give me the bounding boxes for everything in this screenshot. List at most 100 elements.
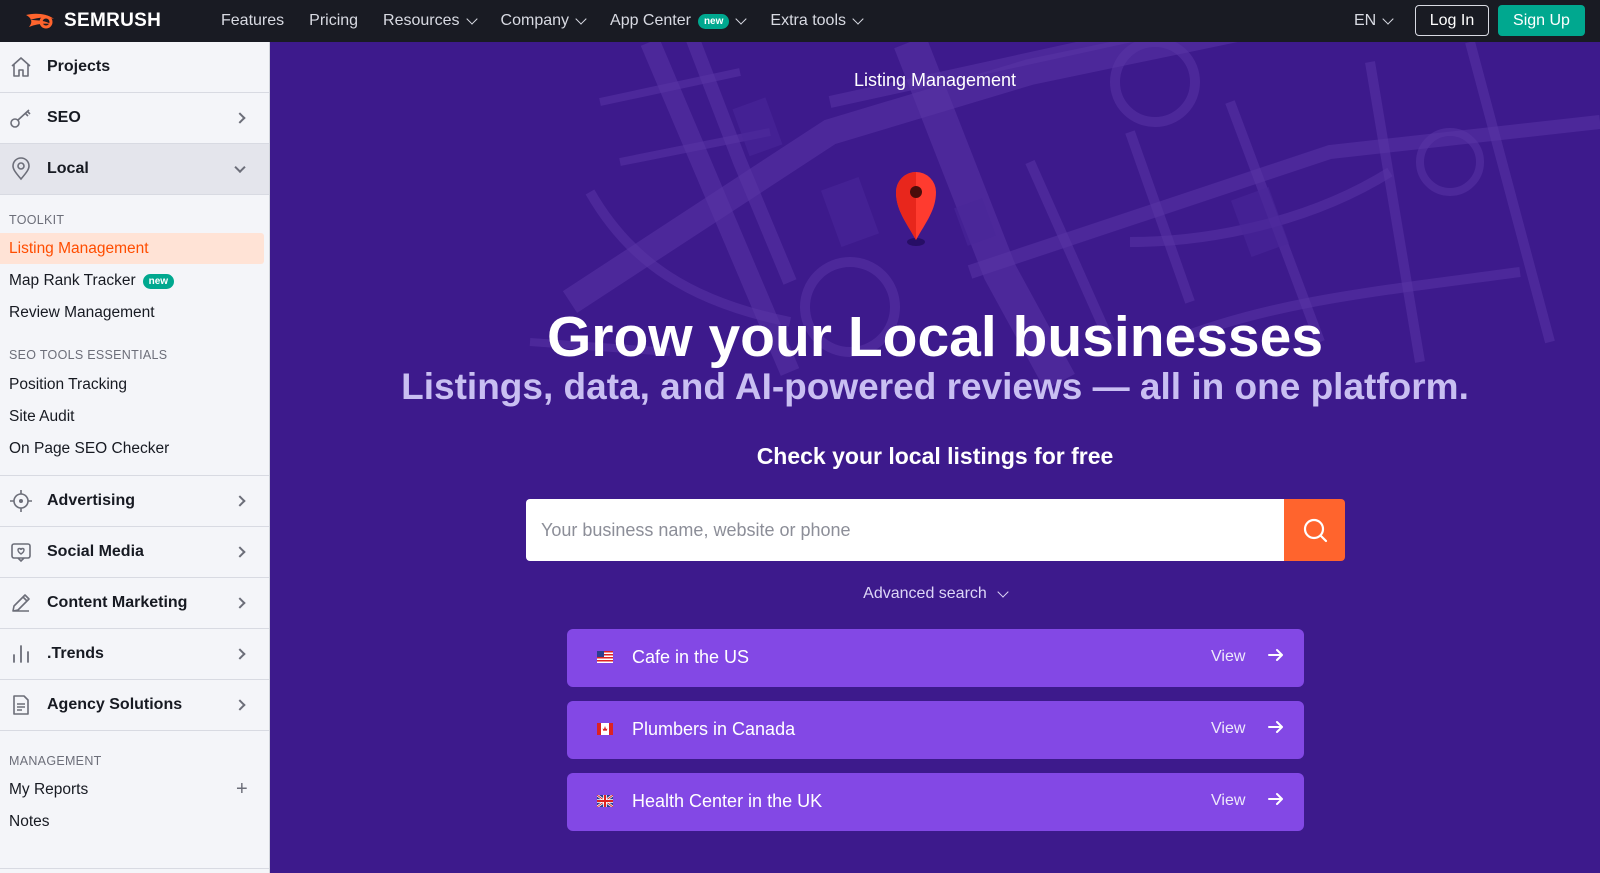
sidebar-item-agency-solutions[interactable]: Agency Solutions <box>0 680 269 731</box>
sidebar-item-advertising[interactable]: Advertising <box>0 476 269 527</box>
advanced-search-label: Advanced search <box>863 585 987 602</box>
bar-chart-icon <box>13 645 29 663</box>
sidebar-subitem-review-management[interactable]: Review Management <box>9 304 155 322</box>
chevron-right-icon <box>234 495 246 507</box>
language-label: EN <box>1354 12 1377 29</box>
pencil-icon <box>12 594 30 612</box>
seo-essentials-heading: SEO TOOLS ESSENTIALS <box>9 348 168 362</box>
logo-text: SEMRUSH <box>64 10 162 31</box>
sidebar-item-label: Local <box>47 160 89 177</box>
chevron-right-icon <box>234 597 246 609</box>
arrow-right-icon <box>1268 649 1283 661</box>
nav-pricing[interactable]: Pricing <box>309 12 358 30</box>
sidebar-item-local[interactable]: Local <box>0 144 269 195</box>
hero-section: Listing Management Grow your Local busin… <box>270 42 1600 873</box>
sidebar-item-label: Advertising <box>47 492 136 509</box>
hero-subtitle: Listings, data, and AI-powered reviews —… <box>401 366 1469 407</box>
toolkit-heading: TOOLKIT <box>9 213 65 227</box>
chevron-right-icon <box>234 648 246 660</box>
chevron-down-icon <box>735 12 748 25</box>
divider <box>0 868 269 869</box>
sidebar-subitem-map-rank-tracker[interactable]: Map Rank Tracker new <box>9 272 175 290</box>
example-cafe-us[interactable]: Cafe in the US View <box>567 629 1304 687</box>
nav-extra-tools-label: Extra tools <box>770 12 846 29</box>
semrush-logo[interactable]: SEMRUSH <box>24 9 161 33</box>
hero-tag: Listing Management <box>853 70 1017 90</box>
sidebar-subitem-my-reports[interactable]: My Reports <box>9 781 88 799</box>
nav-app-center[interactable]: App Center new <box>610 12 748 30</box>
search-icon <box>1303 518 1327 543</box>
example-plumbers-canada[interactable]: Plumbers in Canada View <box>567 701 1304 759</box>
arrow-right-icon <box>1268 793 1283 805</box>
sidebar-subitem-listing-management[interactable]: Listing Management <box>9 240 149 258</box>
sidebar-item-label: Content Marketing <box>47 594 188 611</box>
sidebar-subitem-position-tracking[interactable]: Position Tracking <box>9 376 127 394</box>
new-badge: new <box>697 13 730 29</box>
sidebar-item-content-marketing[interactable]: Content Marketing <box>0 578 269 629</box>
sidebar-item-label: Agency Solutions <box>47 696 183 713</box>
sidebar-item-social-media[interactable]: Social Media <box>0 527 269 578</box>
chevron-right-icon <box>234 546 246 558</box>
sidebar-item-trends[interactable]: .Trends <box>0 629 269 680</box>
login-button[interactable]: Log In <box>1415 5 1489 36</box>
chevron-down-icon <box>1382 12 1394 25</box>
signup-button[interactable]: Sign Up <box>1498 5 1585 36</box>
chevron-right-icon <box>234 699 246 711</box>
chat-bubble-icon <box>11 543 31 563</box>
home-icon <box>11 57 31 77</box>
example-label: Cafe in the US <box>632 647 750 667</box>
sidebar-subitem-site-audit[interactable]: Site Audit <box>9 408 75 426</box>
hero-title: Grow your Local businesses <box>546 305 1324 369</box>
example-label: Plumbers in Canada <box>632 719 796 739</box>
nav-features-label: Features <box>221 12 285 29</box>
uk-flag-icon <box>597 795 613 807</box>
example-health-center-uk[interactable]: Health Center in the UK View <box>567 773 1304 831</box>
chevron-down-icon <box>465 12 478 25</box>
nav-resources-label: Resources <box>383 12 460 29</box>
chevron-down-icon <box>575 12 587 25</box>
nav-company[interactable]: Company <box>500 12 587 30</box>
language-selector[interactable]: EN <box>1354 12 1394 30</box>
chevron-down-icon <box>997 585 1009 598</box>
view-link[interactable]: View <box>1211 648 1245 666</box>
search-button[interactable] <box>1284 499 1345 561</box>
key-icon <box>10 109 31 128</box>
view-link[interactable]: View <box>1211 792 1245 810</box>
target-icon <box>10 490 32 512</box>
view-link[interactable]: View <box>1211 720 1245 738</box>
arrow-right-icon <box>1268 721 1283 733</box>
sidebar-item-label: SEO <box>47 109 81 126</box>
main-menu: Features Pricing Resources Company App C… <box>221 0 887 42</box>
sidebar-item-seo[interactable]: SEO <box>0 93 269 144</box>
sidebar-item-label: .Trends <box>47 645 104 662</box>
sidebar-subitem-notes[interactable]: Notes <box>9 813 50 831</box>
sidebar-item-projects[interactable]: Projects <box>0 42 269 93</box>
document-icon <box>13 695 29 715</box>
nav-extra-tools[interactable]: Extra tools <box>770 12 864 30</box>
example-label: Health Center in the UK <box>632 791 823 811</box>
nav-resources[interactable]: Resources <box>383 12 478 30</box>
sidebar-item-label: Social Media <box>47 543 144 560</box>
chevron-right-icon <box>234 112 246 124</box>
chevron-down-icon <box>234 161 246 174</box>
semrush-flame-icon <box>26 13 54 29</box>
nav-pricing-label: Pricing <box>309 12 359 29</box>
listing-search <box>526 499 1345 561</box>
top-navigation-bar: SEMRUSH Features Pricing Resources Compa… <box>0 0 1600 42</box>
canada-flag-icon <box>597 723 613 735</box>
plus-icon[interactable]: + <box>236 778 248 801</box>
advanced-search-toggle[interactable]: Advanced search <box>270 585 1600 603</box>
sidebar: Projects SEO Local TOOLKIT Listing Manag… <box>0 42 270 873</box>
chevron-down-icon <box>852 12 864 25</box>
sidebar-subitem-label: Map Rank Tracker <box>9 272 136 289</box>
check-listings-label: Check your local listings for free <box>756 443 1114 469</box>
sidebar-item-label: Projects <box>47 58 111 75</box>
location-pin-icon <box>12 157 30 181</box>
nav-features[interactable]: Features <box>221 12 284 30</box>
nav-app-center-label: App Center <box>610 12 691 29</box>
us-flag-icon <box>597 651 613 663</box>
business-search-input[interactable] <box>526 499 1284 561</box>
nav-company-label: Company <box>500 12 570 29</box>
map-pin-icon <box>896 172 936 246</box>
sidebar-subitem-on-page-seo-checker[interactable]: On Page SEO Checker <box>9 440 169 458</box>
